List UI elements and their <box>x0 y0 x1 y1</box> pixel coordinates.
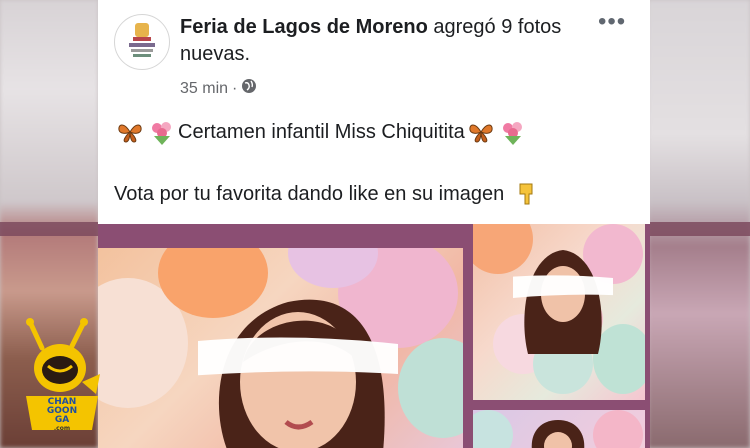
photo-grid <box>98 224 650 448</box>
photo-side-top[interactable] <box>473 224 645 400</box>
post-caption-title: Certamen infantil Miss Chiquitita <box>178 120 465 143</box>
page-name-link[interactable]: Feria de Lagos de Moreno <box>180 16 428 38</box>
changoonga-watermark-logo: CHAN GOON GA .com <box>20 318 104 436</box>
photo-side-bottom[interactable] <box>473 410 645 448</box>
post-timestamp[interactable]: 35 min <box>180 80 228 98</box>
post-meta: 35 min · <box>180 78 257 99</box>
watermark-suffix: .com <box>53 425 71 432</box>
facebook-post-card: Feria de Lagos de Moreno agregó 9 fotos … <box>98 0 650 448</box>
post-text-line-2: Vota por tu favorita dando like en su im… <box>114 180 542 208</box>
photo-main[interactable] <box>98 248 463 448</box>
meta-separator: · <box>232 79 238 97</box>
more-options-button[interactable]: ••• <box>598 8 626 36</box>
post-text-line-1: Certamen infantil Miss Chiquitita <box>114 118 529 146</box>
butterfly-icon <box>469 124 493 143</box>
globe-icon <box>241 78 257 99</box>
butterfly-icon <box>118 124 142 143</box>
post-caption-body: Vota por tu favorita dando like en su im… <box>114 182 505 205</box>
watermark-text-3: GA <box>54 415 70 425</box>
bouquet-icon <box>152 122 171 145</box>
post-header-text: Feria de Lagos de Moreno agregó 9 fotos … <box>180 14 600 68</box>
pointing-down-icon <box>519 183 533 205</box>
page-avatar[interactable] <box>114 14 170 70</box>
bouquet-icon <box>502 122 522 145</box>
